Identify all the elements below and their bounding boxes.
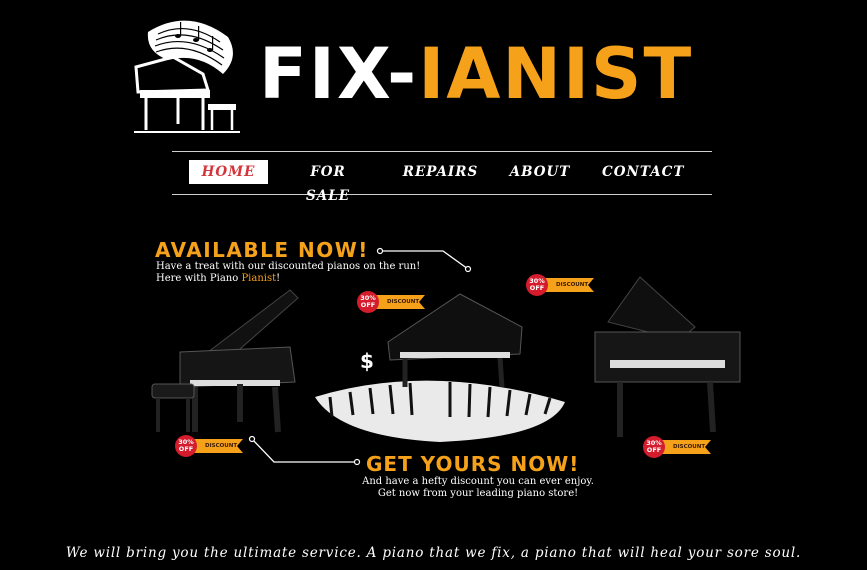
- discount-tag: DISCOUNT: [544, 278, 594, 292]
- discount-tag: DISCOUNT: [375, 295, 425, 309]
- piano-logo-icon: [134, 20, 240, 133]
- available-line-1: Have a treat with our discounted pianos …: [156, 261, 421, 272]
- discount-circle: 30% OFF: [175, 435, 197, 457]
- available-line-2: Here with Piano Pianist!: [156, 273, 281, 284]
- discount-tag: DISCOUNT: [661, 440, 711, 454]
- grand-piano-left-image: [151, 289, 299, 433]
- get-yours-now-text: And have a hefty discount you can ever e…: [358, 476, 598, 500]
- nav-home[interactable]: HOME: [189, 160, 268, 184]
- nav-for-sale[interactable]: FOR SALE: [287, 160, 369, 204]
- grand-piano-center-image: [315, 293, 565, 442]
- brand-part-1: FIX-: [259, 33, 419, 115]
- discount-tag: DISCOUNT: [193, 439, 243, 453]
- site-logo[interactable]: FIX-IANIST: [128, 12, 703, 137]
- grand-piano-right-image: [594, 276, 741, 437]
- available-now-text: Have a treat with our discounted pianos …: [156, 261, 420, 285]
- discount-badge: DISCOUNT 30% OFF: [526, 274, 596, 296]
- discount-circle: 30% OFF: [643, 436, 665, 458]
- nav-contact[interactable]: CONTACT: [602, 160, 684, 184]
- get-line-1: And have a hefty discount you can ever e…: [362, 476, 594, 487]
- discount-badge: DISCOUNT 30% OFF: [357, 291, 427, 313]
- tagline: We will bring you the ultimate service. …: [65, 545, 802, 561]
- discount-circle: 30% OFF: [357, 291, 379, 313]
- brand-name: FIX-IANIST: [259, 24, 693, 124]
- brand-part-2: IANIST: [418, 33, 694, 115]
- nav-repairs[interactable]: REPAIRS: [402, 160, 479, 184]
- discount-badge: DISCOUNT 30% OFF: [643, 436, 713, 458]
- get-yours-now-heading: GET YOURS NOW!: [366, 452, 580, 476]
- main-navigation: HOME FOR SALE REPAIRS ABOUT CONTACT: [172, 151, 712, 204]
- dollar-sign-icon: $: [360, 349, 374, 373]
- available-now-heading: AVAILABLE NOW!: [155, 238, 369, 262]
- discount-badge: DISCOUNT 30% OFF: [175, 435, 245, 457]
- get-line-2: Get now from your leading piano store!: [377, 488, 579, 499]
- nav-about[interactable]: ABOUT: [507, 160, 573, 184]
- discount-circle: 30% OFF: [526, 274, 548, 296]
